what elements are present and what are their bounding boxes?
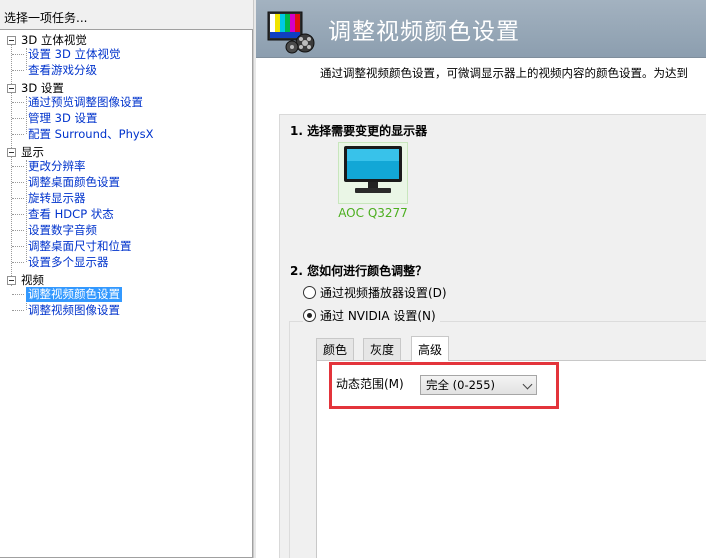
dynamic-range-label: 动态范围(M) — [336, 377, 404, 391]
collapse-icon[interactable] — [7, 275, 16, 285]
tree-item-video-color[interactable]: 调整视频颜色设置 — [12, 286, 122, 302]
tree-item-manage-3d[interactable]: 管理 3D 设置 — [12, 110, 99, 126]
tree-item-desktop-size[interactable]: 调整桌面尺寸和位置 — [12, 238, 134, 254]
tree-item-video-image[interactable]: 调整视频图像设置 — [12, 302, 122, 318]
radio-video-player[interactable]: 通过视频播放器设置(D) — [303, 284, 447, 301]
tree-item-game-rating[interactable]: 查看游戏分级 — [12, 62, 99, 78]
settings-panel: 1. 选择需要变更的显示器 AOC Q3277 2. 您如何进行颜色调整？ 通过… — [279, 114, 706, 558]
monitor-tile[interactable] — [338, 142, 408, 204]
monitor-icon — [344, 146, 402, 193]
tab-color[interactable]: 颜色 — [316, 338, 355, 360]
tree-item-rotate[interactable]: 旋转显示器 — [12, 190, 88, 206]
dynamic-range-select[interactable]: 完全 (0-255) — [420, 375, 537, 395]
tree-item-digital-audio[interactable]: 设置数字音频 — [12, 222, 99, 238]
tab-grayscale[interactable]: 灰度 — [363, 338, 402, 360]
radio-unchecked-icon[interactable] — [303, 286, 316, 299]
tab-advanced[interactable]: 高级 — [411, 336, 450, 361]
collapse-icon[interactable] — [7, 147, 16, 157]
radio-nvidia[interactable]: 通过 NVIDIA 设置(N) — [303, 307, 440, 324]
tree-item-setup-stereo[interactable]: 设置 3D 立体视觉 — [12, 46, 122, 62]
tree-item-preview-image[interactable]: 通过预览调整图像设置 — [12, 94, 145, 110]
chevron-down-icon — [522, 379, 533, 390]
tree-item-hdcp[interactable]: 查看 HDCP 状态 — [12, 206, 116, 222]
tree-item-surround-physx[interactable]: 配置 Surround、PhysX — [12, 126, 156, 142]
collapse-icon[interactable] — [7, 83, 16, 93]
page-banner: 调整视频颜色设置 — [256, 0, 706, 58]
tree-item-desktop-color[interactable]: 调整桌面颜色设置 — [12, 174, 122, 190]
section-title-method: 2. 您如何进行颜色调整？ — [290, 264, 428, 278]
tree-item-multi-display[interactable]: 设置多个显示器 — [12, 254, 111, 270]
monitor-label: AOC Q3277 — [338, 206, 408, 220]
video-color-icon — [267, 11, 315, 54]
task-header: 选择一项任务... — [4, 11, 88, 25]
page-description: 通过调整视频颜色设置，可微调显示器上的视频内容的颜色设置。为达到 — [320, 66, 688, 80]
content-pane: 调整视频颜色设置 通过调整视频颜色设置，可微调显示器上的视频内容的颜色设置。为达… — [256, 0, 706, 558]
section-title-display: 1. 选择需要变更的显示器 — [290, 124, 428, 138]
task-tree[interactable]: 3D 立体视觉 设置 3D 立体视觉 查看游戏分级 3D 设置 通过预览调整图像… — [0, 29, 253, 558]
page-title: 调整视频颜色设置 — [328, 19, 520, 45]
tree-item-resolution[interactable]: 更改分辨率 — [12, 158, 88, 174]
radio-checked-icon[interactable] — [303, 309, 316, 322]
collapse-icon[interactable] — [7, 35, 16, 45]
task-pane: 选择一项任务... 3D 立体视觉 设置 3D 立体视觉 查看游戏分级 3D 设… — [0, 0, 255, 558]
